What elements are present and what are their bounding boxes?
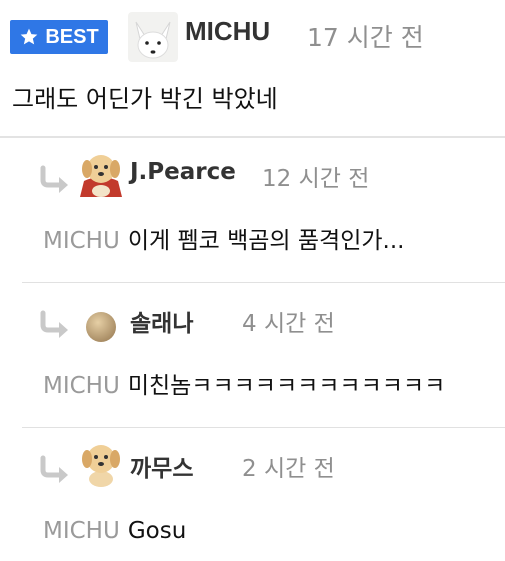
best-badge: BEST — [10, 20, 108, 54]
reply-body: 이게 펨코 백곰의 품격인가... — [127, 228, 405, 254]
reply-arrow-icon — [40, 455, 68, 483]
reply-body: Gosu — [127, 518, 187, 544]
comment-text: 그래도 어딘가 박긴 박았네 — [12, 85, 278, 113]
reply-mention[interactable]: MICHU — [43, 373, 120, 399]
reply-author[interactable]: J.Pearce — [130, 159, 236, 185]
puppy-avatar-icon — [82, 445, 120, 487]
round-avatar-icon — [86, 312, 116, 342]
avatar[interactable] — [128, 12, 178, 62]
reply-text: MICHU Gosu — [43, 518, 186, 544]
white-fox-avatar-icon — [128, 12, 178, 62]
reply-text: MICHU 이게 펨코 백곰의 품격인가... — [43, 221, 404, 255]
reply-item: J.Pearce 12 시간 전 MICHU 이게 펨코 백곰의 품격인가... — [22, 138, 505, 283]
avatar[interactable] — [78, 437, 124, 487]
reply-mention[interactable]: MICHU — [43, 228, 120, 254]
reply-text: MICHU 미친놈ㅋㅋㅋㅋㅋㅋㅋㅋㅋㅋㅋㅋ — [43, 366, 445, 400]
reply-author[interactable]: 까무스 — [130, 449, 193, 483]
reply-mention[interactable]: MICHU — [43, 518, 120, 544]
reply-item: 까무스 2 시간 전 MICHU Gosu — [22, 427, 505, 561]
reply-arrow-icon — [40, 165, 68, 193]
best-badge-label: BEST — [45, 25, 99, 48]
star-icon — [20, 28, 38, 45]
reply-time: 4 시간 전 — [242, 311, 335, 337]
reply-author[interactable]: 솔래나 — [130, 304, 193, 338]
reply-time: 12 시간 전 — [262, 166, 370, 192]
reply-arrow-icon — [40, 310, 68, 338]
avatar[interactable] — [78, 147, 124, 197]
reply-body: 미친놈ㅋㅋㅋㅋㅋㅋㅋㅋㅋㅋㅋㅋ — [127, 373, 446, 399]
best-comment: BEST MICHU 17 시간 전 그래도 어딘가 박긴 박았네 — [0, 0, 505, 138]
comment-time: 17 시간 전 — [307, 23, 424, 52]
reply-time: 2 시간 전 — [242, 456, 335, 482]
comment-author[interactable]: MICHU — [185, 16, 270, 47]
avatar[interactable] — [78, 292, 124, 342]
puppy-caped-avatar-icon — [80, 155, 122, 197]
reply-item: 솔래나 4 시간 전 MICHU 미친놈ㅋㅋㅋㅋㅋㅋㅋㅋㅋㅋㅋㅋ — [22, 282, 505, 428]
